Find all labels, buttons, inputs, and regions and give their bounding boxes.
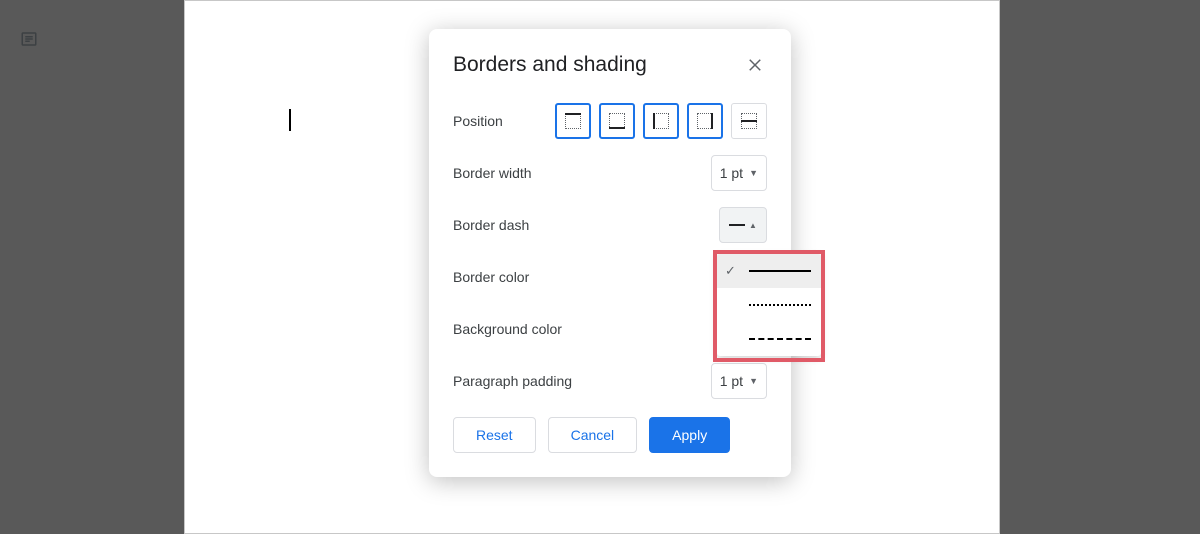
border-width-select[interactable]: 1 pt ▼ xyxy=(711,155,767,191)
position-row: Position xyxy=(453,103,767,139)
paragraph-padding-select[interactable]: 1 pt ▼ xyxy=(711,363,767,399)
border-width-label: Border width xyxy=(453,165,532,181)
dash-option-solid[interactable]: ✓ xyxy=(717,254,821,288)
position-label: Position xyxy=(453,113,503,129)
dashed-line-icon xyxy=(749,338,811,340)
position-between-button[interactable] xyxy=(731,103,767,139)
border-color-label: Border color xyxy=(453,269,529,285)
dash-option-dashed[interactable]: ✓ xyxy=(717,322,821,356)
solid-line-icon xyxy=(749,270,811,272)
position-bottom-button[interactable] xyxy=(599,103,635,139)
position-left-button[interactable] xyxy=(643,103,679,139)
border-width-value: 1 pt xyxy=(720,165,743,181)
dialog-actions: Reset Cancel Apply xyxy=(453,417,767,453)
border-dash-select[interactable]: ▲ xyxy=(719,207,767,243)
dotted-line-icon xyxy=(749,304,811,306)
caret-down-icon: ▼ xyxy=(749,376,758,386)
border-width-row: Border width 1 pt ▼ xyxy=(453,155,767,191)
text-cursor xyxy=(289,109,291,131)
dash-option-dotted[interactable]: ✓ xyxy=(717,288,821,322)
borders-and-shading-dialog: Borders and shading Position Border xyxy=(429,29,791,477)
dialog-title: Borders and shading xyxy=(453,53,647,77)
position-toggle-group xyxy=(555,103,767,139)
reset-button[interactable]: Reset xyxy=(453,417,536,453)
close-button[interactable] xyxy=(743,53,767,77)
background-color-label: Background color xyxy=(453,321,562,337)
caret-up-icon: ▲ xyxy=(749,221,757,230)
caret-down-icon: ▼ xyxy=(749,168,758,178)
border-dash-dropdown-menu: ✓ ✓ ✓ xyxy=(717,254,821,356)
solid-line-icon xyxy=(729,224,745,226)
paragraph-padding-label: Paragraph padding xyxy=(453,373,572,389)
paragraph-padding-value: 1 pt xyxy=(720,373,743,389)
apply-button[interactable]: Apply xyxy=(649,417,730,453)
cancel-button[interactable]: Cancel xyxy=(548,417,638,453)
paragraph-padding-row: Paragraph padding 1 pt ▼ xyxy=(453,363,767,399)
position-top-button[interactable] xyxy=(555,103,591,139)
border-dash-row: Border dash ▲ xyxy=(453,207,767,243)
border-dash-label: Border dash xyxy=(453,217,529,233)
position-right-button[interactable] xyxy=(687,103,723,139)
document-outline-icon[interactable] xyxy=(20,30,38,48)
check-icon: ✓ xyxy=(725,263,739,279)
dialog-header: Borders and shading xyxy=(453,53,767,77)
